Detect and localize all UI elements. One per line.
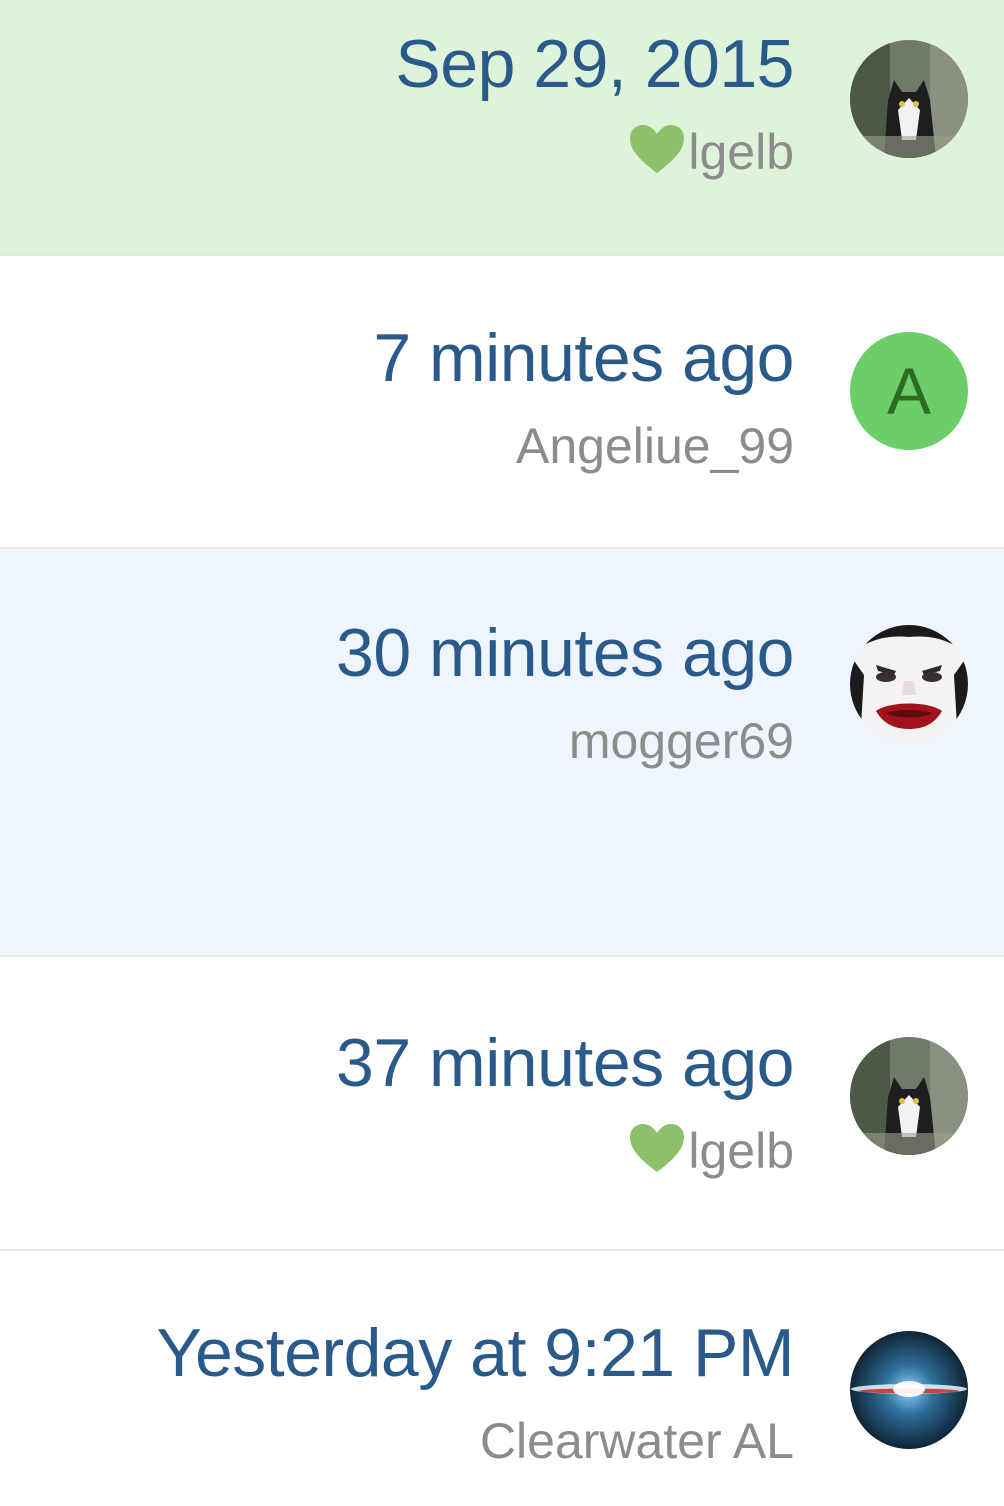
- item-user[interactable]: lgelb: [395, 122, 794, 182]
- item-timestamp-link[interactable]: 7 minutes ago: [373, 318, 794, 398]
- heart-icon: [630, 125, 685, 173]
- item-text: Yesterday at 9:21 PM Clearwater AL: [156, 1313, 794, 1471]
- list-item[interactable]: Yesterday at 9:21 PM Clearwater AL: [0, 1251, 1004, 1506]
- item-user[interactable]: Angeliue_99: [373, 416, 794, 476]
- item-user[interactable]: mogger69: [336, 711, 794, 771]
- item-username: Clearwater AL: [479, 1413, 794, 1469]
- galaxy-avatar[interactable]: [850, 1331, 968, 1449]
- item-username: lgelb: [688, 124, 794, 180]
- item-username: lgelb: [688, 1123, 794, 1179]
- item-user[interactable]: Clearwater AL: [156, 1411, 794, 1471]
- item-text: 30 minutes ago mogger69: [336, 613, 794, 771]
- cat-photo-avatar[interactable]: [850, 1037, 968, 1155]
- item-timestamp-link[interactable]: 37 minutes ago: [336, 1023, 794, 1103]
- list-item[interactable]: 37 minutes ago lgelb: [0, 957, 1004, 1251]
- list-item[interactable]: 7 minutes ago Angeliue_99 A: [0, 256, 1004, 549]
- item-timestamp-link[interactable]: Yesterday at 9:21 PM: [156, 1313, 794, 1393]
- item-text: 7 minutes ago Angeliue_99: [373, 318, 794, 476]
- cat-photo-avatar[interactable]: [850, 40, 968, 158]
- item-text: Sep 29, 2015 lgelb: [395, 24, 794, 182]
- item-text: 37 minutes ago lgelb: [336, 1023, 794, 1181]
- face-paint-avatar[interactable]: [850, 625, 968, 743]
- heart-icon: [630, 1124, 685, 1172]
- item-timestamp-link[interactable]: 30 minutes ago: [336, 613, 794, 693]
- item-username: Angeliue_99: [515, 418, 794, 474]
- avatar-letter: A: [886, 354, 932, 428]
- letter-avatar[interactable]: A: [850, 332, 968, 450]
- item-username: mogger69: [568, 713, 794, 769]
- item-user[interactable]: lgelb: [336, 1121, 794, 1181]
- activity-list: Sep 29, 2015 lgelb 7 minutes ago Angeliu…: [0, 0, 1004, 1506]
- list-item[interactable]: Sep 29, 2015 lgelb: [0, 0, 1004, 256]
- item-timestamp-link[interactable]: Sep 29, 2015: [395, 24, 794, 104]
- list-item[interactable]: 30 minutes ago mogger69: [0, 549, 1004, 957]
